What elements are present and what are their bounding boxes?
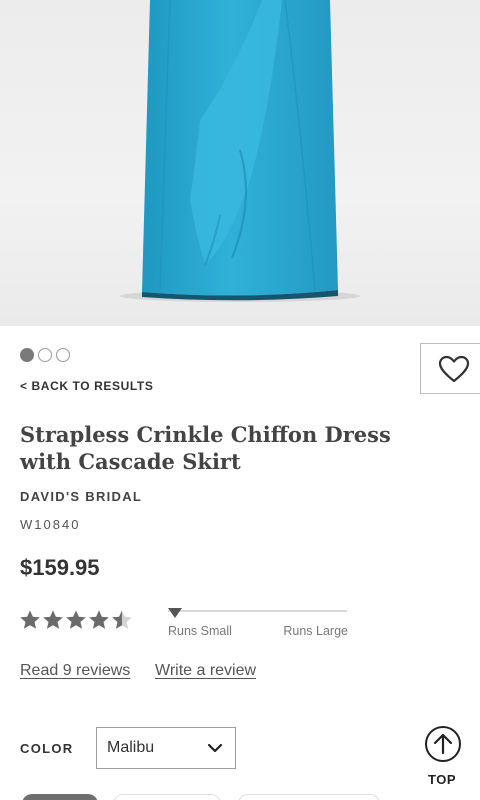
arrow-up-circle-icon	[425, 726, 461, 762]
write-review-link[interactable]: Write a review	[155, 662, 256, 680]
fit-scale: Runs Small Runs Large	[168, 604, 348, 644]
fit-runs-large-label: Runs Large	[283, 624, 348, 638]
product-price: $159.95	[20, 555, 100, 580]
fit-scale-marker	[168, 608, 182, 618]
heart-icon	[438, 355, 470, 382]
favorite-button[interactable]	[420, 343, 480, 394]
size-option[interactable]	[238, 794, 380, 800]
carousel-dot-3[interactable]	[56, 348, 70, 362]
read-reviews-link[interactable]: Read 9 reviews	[20, 662, 130, 680]
star-half-icon	[112, 610, 132, 629]
star-rating[interactable]	[19, 609, 133, 631]
brand-name: DAVID'S BRIDAL	[20, 489, 143, 504]
product-sku: W10840	[20, 517, 81, 532]
carousel-dot-2[interactable]	[38, 348, 52, 362]
back-to-top-label[interactable]: TOP	[428, 772, 456, 787]
star-icon	[66, 610, 86, 629]
dress-illustration	[120, 0, 360, 302]
color-label: COLOR	[20, 741, 74, 756]
star-icon	[20, 610, 40, 629]
back-to-top-button[interactable]	[424, 725, 462, 763]
carousel-dots	[20, 348, 70, 362]
size-option[interactable]	[113, 794, 221, 800]
chevron-down-icon	[207, 743, 223, 753]
star-icon	[43, 610, 63, 629]
carousel-dot-1[interactable]	[20, 348, 34, 362]
fit-scale-track	[168, 610, 347, 612]
fit-runs-small-label: Runs Small	[168, 624, 232, 638]
back-to-results-link[interactable]: < BACK TO RESULTS	[20, 379, 153, 393]
color-select[interactable]: Malibu	[96, 727, 236, 769]
size-option[interactable]	[22, 794, 98, 800]
product-image[interactable]	[0, 0, 480, 326]
star-icon	[89, 610, 109, 629]
color-select-value: Malibu	[107, 739, 155, 756]
product-title: Strapless Crinkle Chiffon Dress with Cas…	[20, 422, 391, 474]
